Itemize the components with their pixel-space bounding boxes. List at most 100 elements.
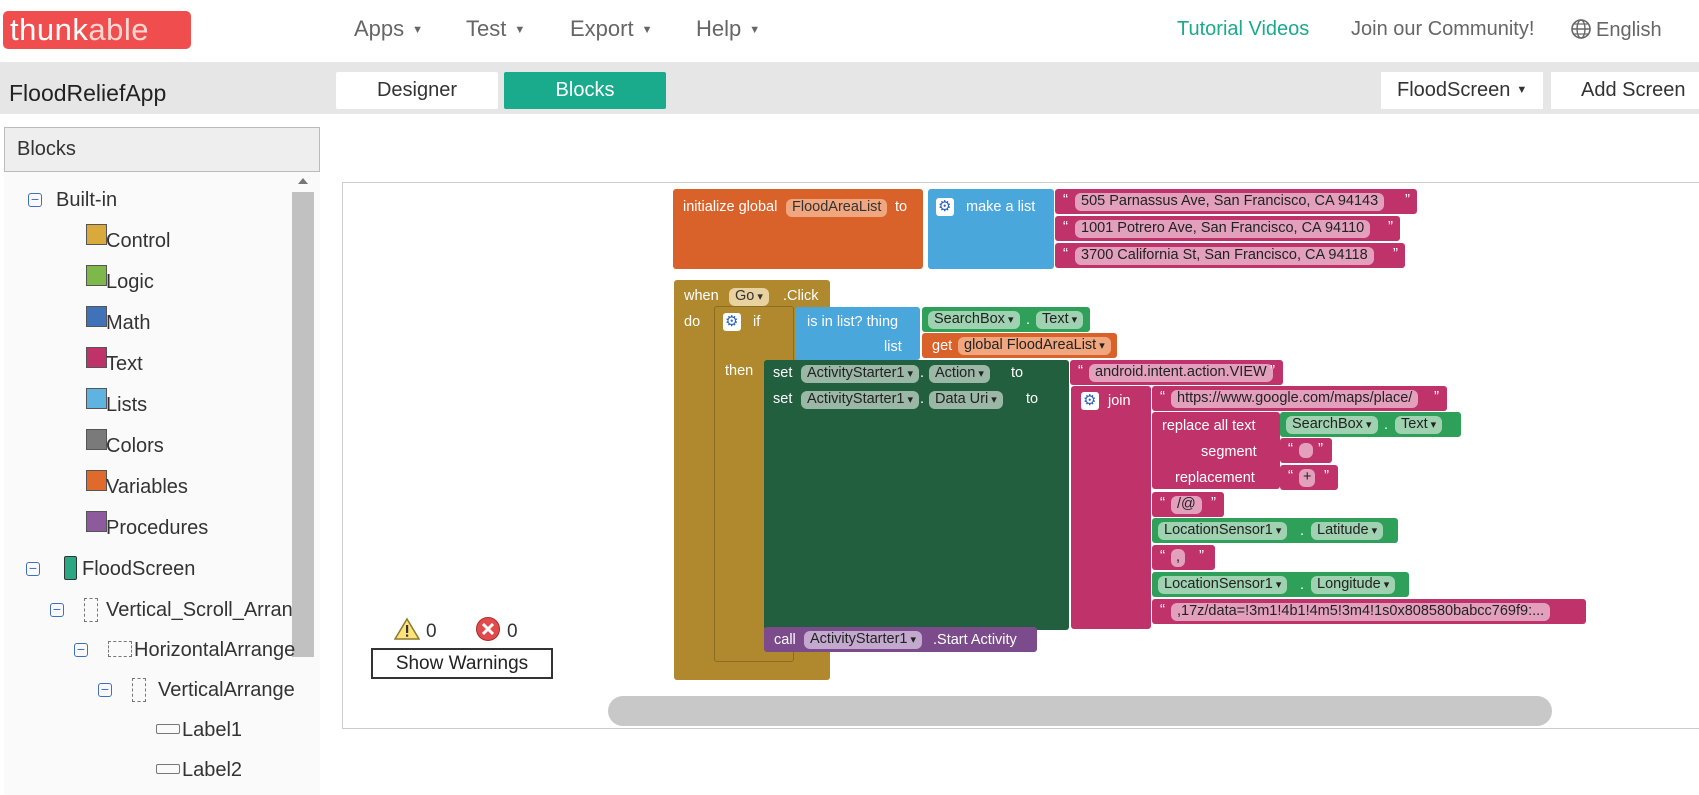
component-dropdown[interactable]: LocationSensor1: [1158, 522, 1288, 540]
show-warnings-button[interactable]: Show Warnings: [371, 648, 553, 679]
init-global-block[interactable]: initialize global FloodAreaList to: [673, 189, 923, 269]
palette-item-procedures[interactable]: Procedures: [84, 511, 284, 543]
tree-label2[interactable]: Label2: [152, 755, 292, 785]
caret-down-icon: ▼: [412, 24, 424, 36]
make-a-list-label: make a list: [966, 199, 1036, 215]
text-value-field[interactable]: 505 Parnassus Ave, San Francisco, CA 941…: [1075, 193, 1385, 211]
community-link[interactable]: Join our Community!: [1351, 18, 1534, 41]
location-latitude-getter-block[interactable]: LocationSensor1 . Latitude: [1152, 518, 1398, 543]
text-block-address-1[interactable]: “ 505 Parnassus Ave, San Francisco, CA 9…: [1055, 189, 1417, 214]
close-quote-icon: ”: [1393, 245, 1398, 262]
set-activitystarter-block-stack[interactable]: set ActivityStarter1 . Action to set Act…: [764, 360, 1069, 630]
collapse-icon[interactable]: −: [50, 602, 64, 617]
property-dropdown[interactable]: Text: [1395, 416, 1443, 434]
text-block-address-2[interactable]: “ 1001 Potrero Ave, San Francisco, CA 94…: [1055, 216, 1400, 241]
palette-item-lists[interactable]: Lists: [84, 388, 284, 420]
palette-item-control[interactable]: Control: [84, 224, 284, 256]
text-block-space[interactable]: “ ”: [1280, 438, 1332, 463]
collapse-icon[interactable]: −: [98, 682, 112, 697]
text-value-field[interactable]: ,17z/data=!3m1!4b1!4m5!3m4!1s0x808580bab…: [1171, 603, 1551, 621]
component-dropdown[interactable]: SearchBox: [928, 311, 1020, 329]
text-value-field[interactable]: +: [1299, 469, 1316, 487]
text-block-maps-url[interactable]: “ https://www.google.com/maps/place/ ”: [1152, 386, 1447, 411]
component-dropdown[interactable]: SearchBox: [1286, 416, 1378, 434]
tree-builtin[interactable]: − Built-in: [22, 185, 282, 215]
palette-item-colors[interactable]: Colors: [84, 429, 284, 461]
menu-export[interactable]: Export ▼: [570, 16, 652, 42]
searchbox-text-getter-block[interactable]: SearchBox . Text: [922, 307, 1090, 332]
thunkable-logo[interactable]: thunkable: [3, 11, 191, 49]
searchbox-text-getter-block[interactable]: SearchBox . Text: [1280, 412, 1461, 437]
logic-swatch-icon: [86, 265, 107, 286]
property-dropdown[interactable]: Latitude: [1311, 522, 1384, 540]
language-selector[interactable]: English: [1570, 18, 1662, 42]
mutator-gear-icon[interactable]: [1081, 391, 1099, 410]
replacement-label: replacement: [1175, 470, 1255, 486]
tree-floodscreen[interactable]: − FloodScreen: [22, 554, 284, 584]
mutator-gear-icon[interactable]: [936, 197, 954, 216]
call-keyword: call: [774, 632, 796, 648]
screen-selector[interactable]: FloodScreen ▼: [1381, 72, 1543, 109]
component-dropdown[interactable]: LocationSensor1: [1158, 576, 1288, 594]
palette-scrollbar[interactable]: [292, 192, 314, 657]
workspace-horizontal-scrollbar[interactable]: [608, 696, 1552, 726]
location-longitude-getter-block[interactable]: LocationSensor1 . Longitude: [1152, 572, 1409, 597]
open-quote-icon: “: [1288, 440, 1293, 457]
text-block-data-tail[interactable]: “ ,17z/data=!3m1!4b1!4m5!3m4!1s0x808580b…: [1152, 599, 1586, 624]
palette-item-logic[interactable]: Logic: [84, 265, 284, 297]
text-block-comma[interactable]: “ , ”: [1152, 545, 1215, 570]
blocks-palette-title: Blocks: [4, 127, 320, 172]
tree-label1[interactable]: Label1: [152, 715, 292, 745]
property-dropdown[interactable]: Text: [1036, 311, 1084, 329]
component-dropdown[interactable]: Go: [729, 288, 769, 306]
close-quote-icon: ”: [1405, 191, 1410, 208]
tree-vertical-scroll[interactable]: − Vertical_Scroll_Arran: [46, 595, 293, 625]
tab-blocks[interactable]: Blocks: [504, 72, 666, 109]
menu-test[interactable]: Test ▼: [466, 16, 525, 42]
tutorial-videos-link[interactable]: Tutorial Videos: [1177, 18, 1309, 41]
collapse-icon[interactable]: −: [74, 642, 88, 657]
property-dropdown[interactable]: Longitude: [1311, 576, 1396, 594]
text-value-field[interactable]: 1001 Potrero Ave, San Francisco, CA 9411…: [1075, 220, 1371, 238]
blocks-workspace[interactable]: initialize global FloodAreaList to make …: [342, 182, 1699, 729]
collapse-icon[interactable]: −: [26, 561, 40, 576]
variable-dropdown[interactable]: global FloodAreaList: [958, 337, 1111, 355]
scroll-up-arrow-icon[interactable]: [298, 178, 308, 184]
init-to-keyword: to: [895, 199, 908, 215]
tree-horizontal-arrangement[interactable]: − HorizontalArrange: [70, 635, 295, 665]
palette-item-math[interactable]: Math: [84, 306, 284, 338]
property-dropdown[interactable]: Data Uri: [929, 391, 1003, 409]
text-value-field[interactable]: https://www.google.com/maps/place/: [1171, 390, 1419, 408]
join-block[interactable]: join: [1071, 386, 1151, 629]
is-in-list-block[interactable]: is in list? thing list: [795, 307, 920, 360]
mutator-gear-icon[interactable]: [723, 312, 741, 331]
open-quote-icon: “: [1063, 191, 1068, 208]
replace-all-text-block[interactable]: replace all text segment replacement: [1152, 412, 1280, 489]
property-dropdown[interactable]: Action: [929, 365, 990, 383]
tree-vertical-arrangement[interactable]: − VerticalArrange: [94, 675, 295, 705]
warning-triangle-icon: [394, 617, 420, 640]
menu-help[interactable]: Help ▼: [696, 16, 760, 42]
component-dropdown[interactable]: ActivityStarter1: [804, 631, 923, 649]
component-dropdown[interactable]: ActivityStarter1: [801, 391, 920, 409]
text-value-field[interactable]: android.intent.action.VIEW: [1089, 364, 1273, 382]
palette-item-text[interactable]: Text: [84, 347, 284, 379]
text-value-field[interactable]: 3700 California St, San Francisco, CA 94…: [1075, 247, 1374, 265]
text-value-field[interactable]: /@: [1171, 496, 1202, 514]
menu-apps[interactable]: Apps ▼: [354, 16, 423, 42]
text-block-plus[interactable]: “ + ”: [1280, 465, 1338, 490]
text-value-field[interactable]: ,: [1171, 549, 1186, 567]
text-value-field[interactable]: [1299, 443, 1313, 458]
add-screen-button[interactable]: Add Screen: [1551, 72, 1699, 109]
collapse-icon[interactable]: −: [28, 192, 42, 207]
text-block-address-3[interactable]: “ 3700 California St, San Francisco, CA …: [1055, 243, 1405, 268]
call-start-activity-block[interactable]: call ActivityStarter1 .Start Activity: [764, 627, 1037, 652]
text-block-at[interactable]: “ /@ ”: [1152, 492, 1224, 517]
tab-designer[interactable]: Designer: [336, 72, 498, 109]
component-dropdown[interactable]: ActivityStarter1: [801, 365, 920, 383]
make-a-list-block[interactable]: make a list: [928, 189, 1054, 269]
get-global-variable-block[interactable]: get global FloodAreaList: [922, 333, 1117, 358]
text-block-intent-action[interactable]: “ android.intent.action.VIEW ”: [1070, 360, 1283, 385]
palette-item-variables[interactable]: Variables: [84, 470, 284, 502]
global-variable-name-field[interactable]: FloodAreaList: [786, 199, 888, 217]
